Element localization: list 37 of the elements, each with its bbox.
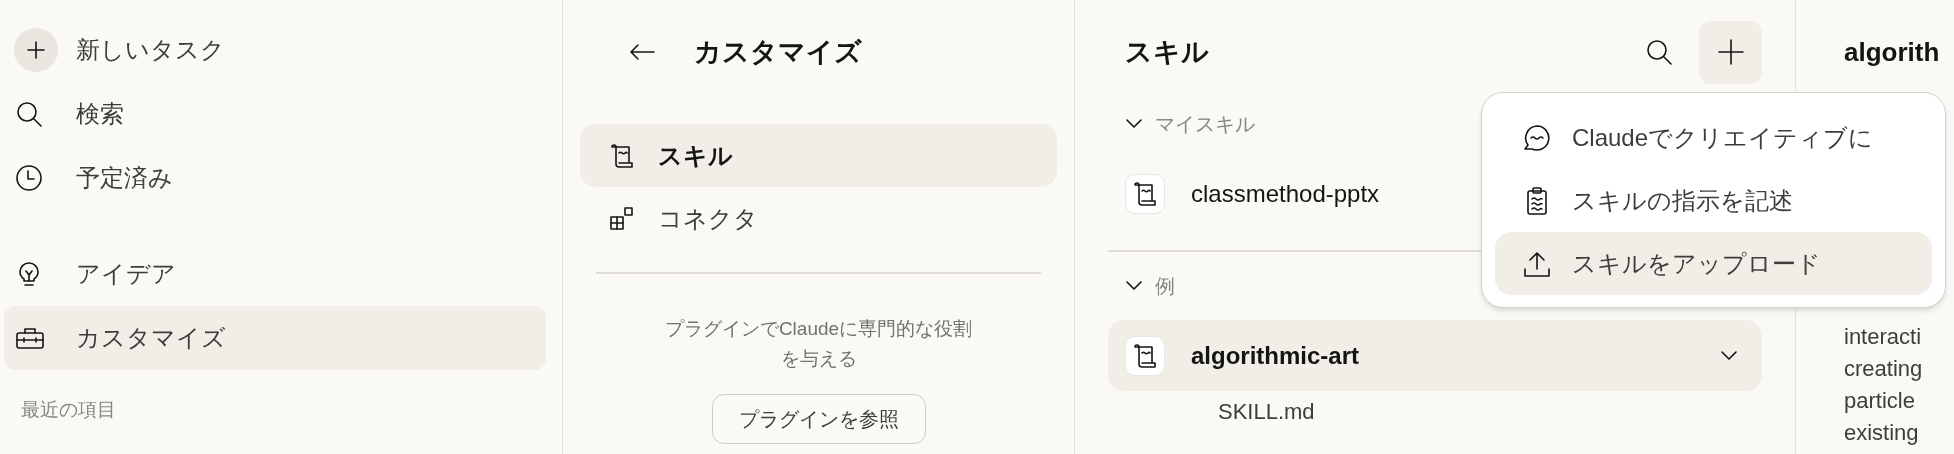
chevron-icon — [1720, 349, 1738, 362]
description-line: existing — [1844, 419, 1920, 447]
sidebar-item[interactable]: 新しいタスク — [4, 18, 546, 82]
file-item[interactable]: SKILL.md — [1108, 391, 1762, 431]
scroll-icon — [1131, 180, 1159, 208]
panel-title: スキル — [1125, 35, 1209, 69]
sidebar-item[interactable]: 検索 — [4, 82, 546, 146]
add-button[interactable] — [1699, 20, 1762, 84]
detail-title: algorith — [1844, 35, 1941, 69]
sidebar-item[interactable]: カスタマイズ — [4, 306, 546, 370]
menu-item[interactable]: Claudeでクリエイティブに — [1495, 106, 1932, 169]
description-line: interacti — [1844, 323, 1923, 351]
back-button[interactable] — [628, 42, 656, 62]
sidebar-item[interactable]: 予定済み — [4, 146, 546, 210]
browse-plugins-button[interactable]: プラグインを参照 — [711, 394, 926, 444]
skill-item[interactable]: algorithmic-art — [1108, 320, 1762, 391]
chat-bubble-icon — [1522, 122, 1552, 153]
section-label: 最近の項目 — [20, 398, 117, 422]
nav-item[interactable]: スキル — [580, 124, 1057, 187]
description-line: particle — [1844, 387, 1916, 415]
panel-title: カスタマイズ — [694, 35, 862, 69]
nav-item[interactable]: コネクタ — [580, 187, 1057, 250]
chevron-icon — [1125, 118, 1143, 130]
scroll-icon — [1131, 341, 1159, 370]
plus-icon — [1716, 38, 1745, 66]
plus-icon[interactable] — [14, 28, 58, 72]
menu-item[interactable]: スキルの指示を記述 — [1495, 169, 1932, 232]
clock-icon — [14, 163, 44, 193]
chevron-icon — [1125, 280, 1143, 292]
sidebar-item[interactable]: アイデア — [4, 242, 546, 306]
search-icon — [1644, 37, 1674, 67]
menu-item[interactable]: スキルをアップロード — [1495, 232, 1932, 295]
description-line: creating — [1844, 355, 1924, 383]
search-icon — [14, 99, 44, 129]
description: プラグインでClaudeに専門的な役割を与える — [663, 317, 974, 371]
blocks-icon — [608, 204, 636, 233]
scroll-icon — [608, 141, 636, 170]
